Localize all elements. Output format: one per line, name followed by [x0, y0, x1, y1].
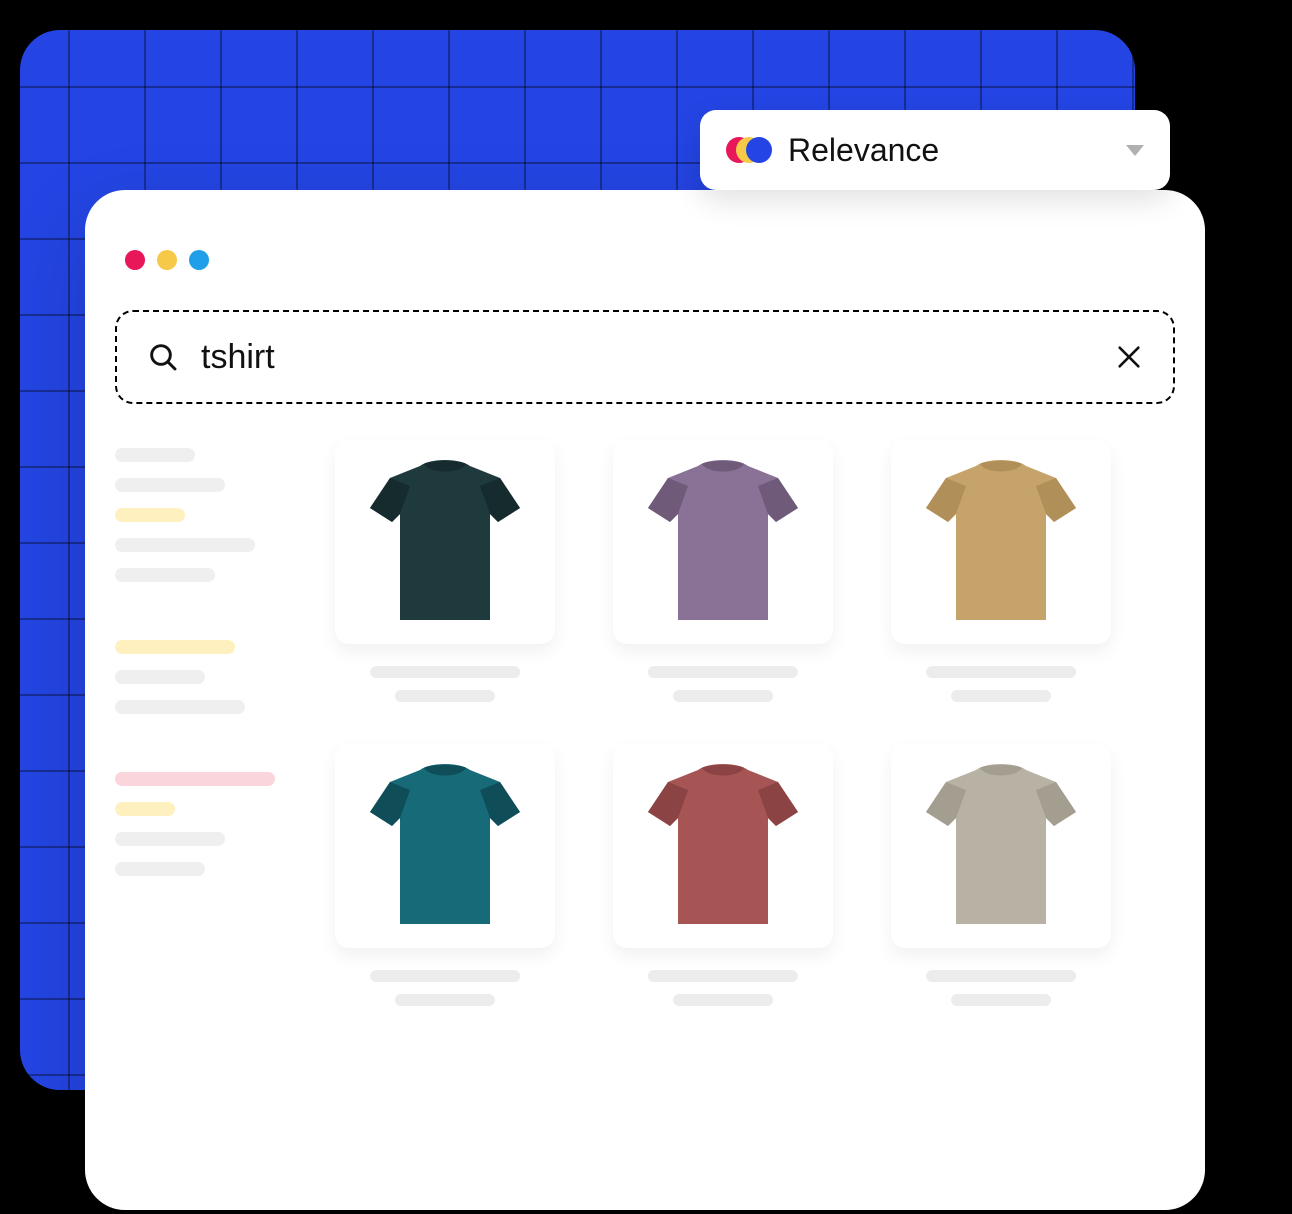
tshirt-maroon-icon: [648, 764, 798, 929]
traffic-minimize-icon: [157, 250, 177, 270]
filter-skeleton: [115, 568, 215, 582]
browser-window: tshirt: [85, 190, 1205, 1210]
tshirt-dark-teal-icon: [370, 460, 520, 625]
filter-skeleton: [115, 700, 245, 714]
product-meta-skeleton: [335, 970, 555, 1006]
product-card[interactable]: [891, 744, 1111, 1006]
product-meta-skeleton: [613, 970, 833, 1006]
filter-skeleton: [115, 478, 225, 492]
traffic-maximize-icon: [189, 250, 209, 270]
filter-skeleton: [115, 448, 195, 462]
product-meta-skeleton: [335, 666, 555, 702]
results-grid: [335, 440, 1175, 1210]
product-meta-skeleton: [613, 666, 833, 702]
filter-skeleton: [115, 772, 275, 786]
filter-skeleton: [115, 538, 255, 552]
close-icon[interactable]: [1115, 343, 1143, 371]
filter-skeleton: [115, 508, 185, 522]
product-meta-skeleton: [891, 666, 1111, 702]
content-area: [115, 440, 1175, 1210]
sort-label: Relevance: [788, 132, 1126, 169]
chevron-down-icon: [1126, 145, 1144, 156]
brand-logo-icon: [726, 137, 772, 163]
product-card[interactable]: [335, 440, 555, 702]
product-card[interactable]: [613, 744, 833, 1006]
filter-skeleton: [115, 802, 175, 816]
search-icon: [147, 341, 179, 373]
search-bar[interactable]: tshirt: [115, 310, 1175, 404]
sort-dropdown[interactable]: Relevance: [700, 110, 1170, 190]
product-card[interactable]: [613, 440, 833, 702]
product-meta-skeleton: [891, 970, 1111, 1006]
filter-skeleton: [115, 832, 225, 846]
filter-skeleton: [115, 670, 205, 684]
tshirt-tan-icon: [926, 460, 1076, 625]
filters-sidebar: [115, 440, 285, 1210]
search-input[interactable]: tshirt: [201, 338, 1115, 377]
filter-skeleton: [115, 640, 235, 654]
tshirt-ocean-teal-icon: [370, 764, 520, 929]
tshirt-stone-icon: [926, 764, 1076, 929]
product-card[interactable]: [891, 440, 1111, 702]
filter-skeleton: [115, 862, 205, 876]
traffic-close-icon: [125, 250, 145, 270]
product-card[interactable]: [335, 744, 555, 1006]
tshirt-purple-icon: [648, 460, 798, 625]
window-traffic-lights: [125, 250, 209, 270]
